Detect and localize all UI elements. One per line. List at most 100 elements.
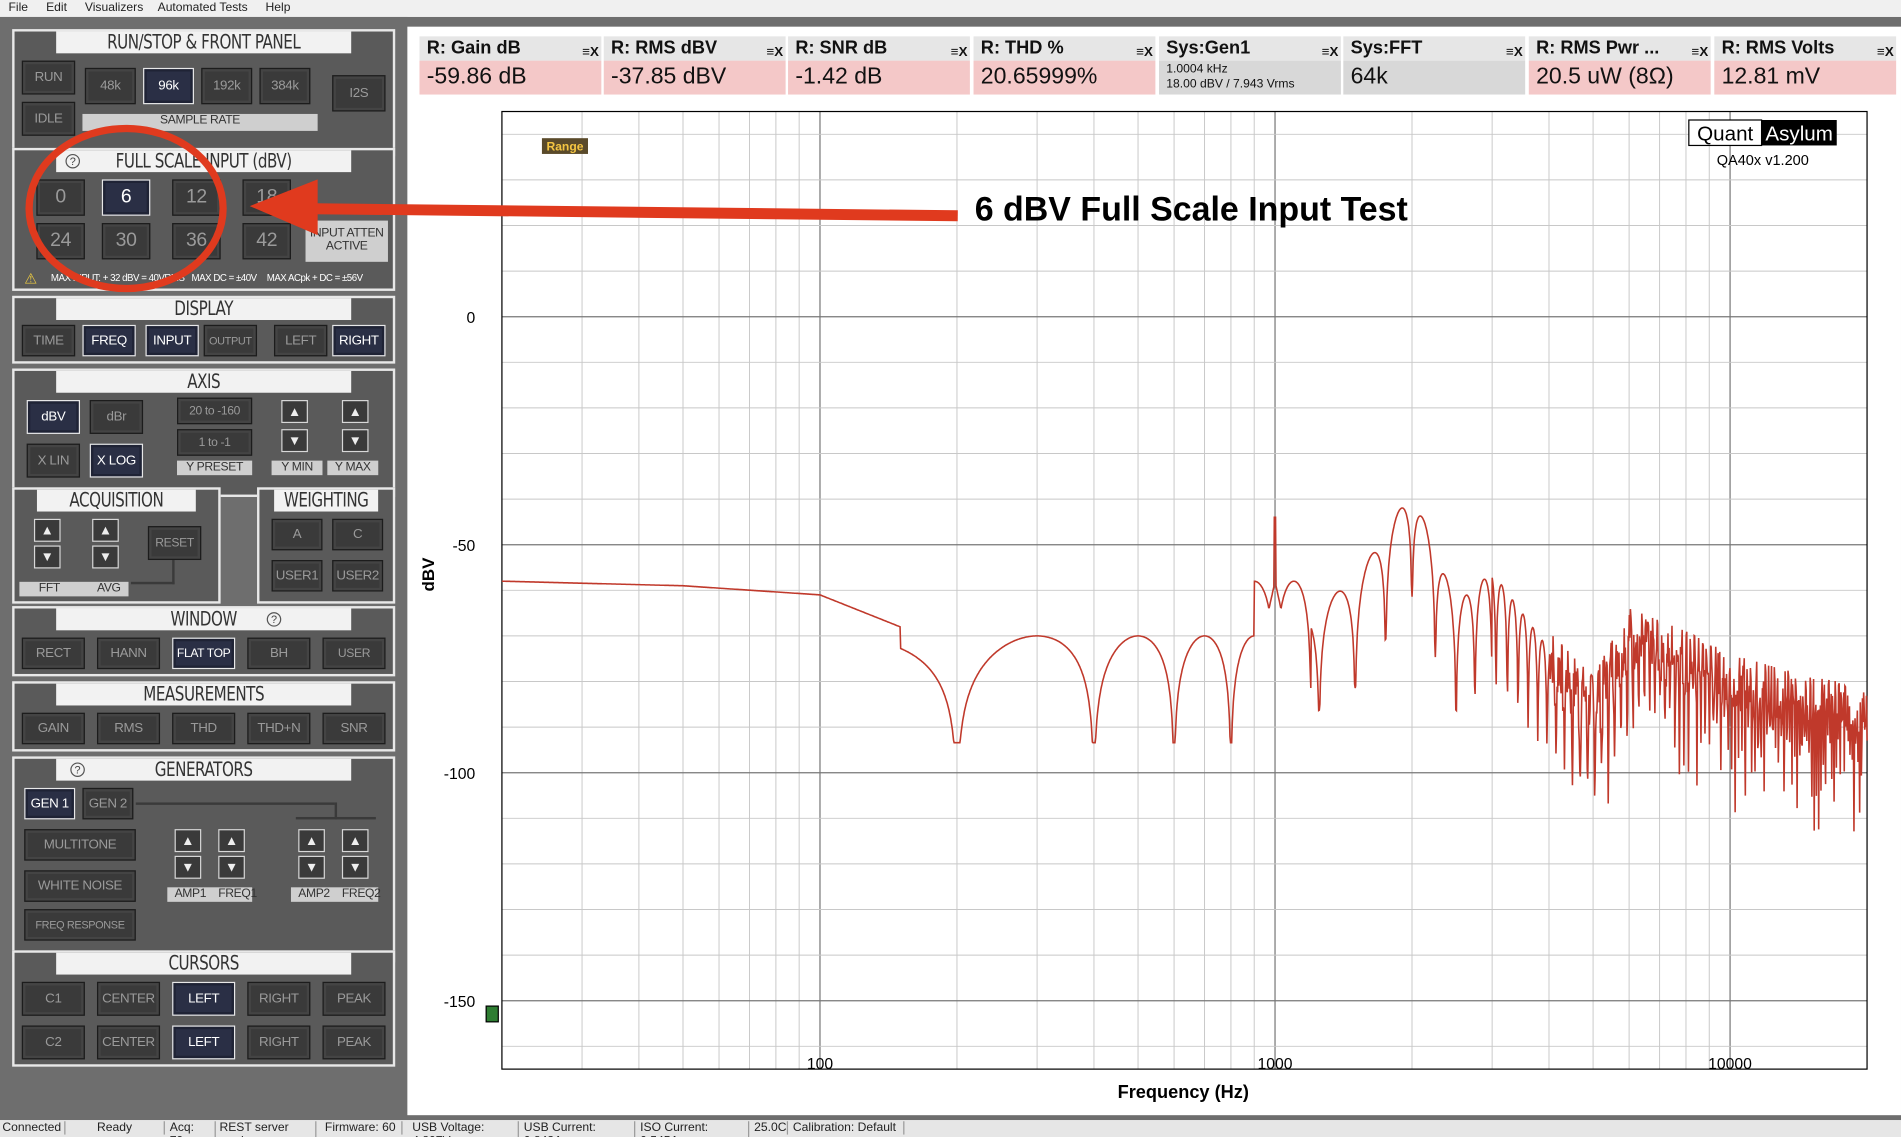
display-time-button[interactable]: TIME bbox=[21, 324, 76, 357]
menu-bar: File Edit Visualizers Automated Tests He… bbox=[0, 0, 1901, 17]
freq1-down-icon[interactable]: ▼ bbox=[218, 855, 245, 879]
app-window: File Edit Visualizers Automated Tests He… bbox=[0, 0, 1901, 1137]
max-dc-text: MAX DC = ±40V bbox=[191, 272, 258, 284]
fullscale-42-button[interactable]: 42 bbox=[242, 223, 291, 260]
weight-c-button[interactable]: C bbox=[332, 518, 384, 551]
run-button[interactable]: RUN bbox=[21, 60, 76, 95]
weighting-title: WEIGHTING bbox=[274, 489, 379, 512]
status-iso-current: ISO Current: 0.545A bbox=[640, 1121, 750, 1137]
fullscale-0-button[interactable]: 0 bbox=[36, 179, 85, 216]
y-min-up-icon[interactable]: ▲ bbox=[281, 400, 308, 424]
amp2-down-icon[interactable]: ▼ bbox=[298, 855, 325, 879]
window-bh-button[interactable]: BH bbox=[247, 637, 311, 670]
cursor2-center-button[interactable]: CENTER bbox=[96, 1025, 161, 1060]
multitone-button[interactable]: MULTITONE bbox=[24, 829, 136, 861]
cursor-c1-button[interactable]: C1 bbox=[21, 981, 85, 1016]
display-input-button[interactable]: INPUT bbox=[145, 324, 199, 357]
help-icon[interactable]: ? bbox=[70, 762, 85, 777]
menu-edit[interactable]: Edit bbox=[46, 1, 67, 14]
freq1-label: FREQ1 bbox=[218, 887, 257, 901]
y-max-up-icon[interactable]: ▲ bbox=[341, 400, 369, 424]
meas-thdn-button[interactable]: THD+N bbox=[247, 712, 311, 745]
cursor2-right-button[interactable]: RIGHT bbox=[247, 1025, 311, 1060]
rate-192k-button[interactable]: 192k bbox=[201, 67, 253, 105]
status-usb-current: USB Current: 0.843A bbox=[524, 1121, 636, 1137]
help-icon[interactable]: ? bbox=[65, 153, 81, 169]
display-freq-button[interactable]: FREQ bbox=[82, 324, 136, 357]
meas-rms-button[interactable]: RMS bbox=[96, 712, 161, 745]
meas-snr-button[interactable]: SNR bbox=[322, 712, 386, 745]
axis-dbr-button[interactable]: dBr bbox=[89, 400, 144, 434]
white-noise-button[interactable]: WHITE NOISE bbox=[24, 870, 136, 902]
display-left-button[interactable]: LEFT bbox=[273, 324, 328, 357]
status-ready: Ready bbox=[97, 1121, 165, 1135]
meas-thd-button[interactable]: THD bbox=[172, 712, 236, 745]
reset-button[interactable]: RESET bbox=[147, 526, 202, 561]
help-icon[interactable]: ? bbox=[266, 612, 282, 627]
menu-automated-tests[interactable]: Automated Tests bbox=[158, 1, 248, 14]
fullscale-30-button[interactable]: 30 bbox=[101, 223, 151, 260]
freq1-up-icon[interactable]: ▲ bbox=[218, 829, 245, 853]
window-hann-button[interactable]: HANN bbox=[96, 637, 161, 670]
wire bbox=[295, 816, 376, 820]
window-user-button[interactable]: USER bbox=[322, 637, 386, 670]
cursor1-left-button[interactable]: LEFT bbox=[172, 981, 236, 1016]
cursor-c2-button[interactable]: C2 bbox=[21, 1025, 85, 1060]
cursor2-peak-button[interactable]: PEAK bbox=[322, 1025, 386, 1060]
status-acq: Acq: 79 bbox=[170, 1121, 216, 1137]
avg-up-icon[interactable]: ▲ bbox=[92, 518, 119, 542]
display-output-button[interactable]: OUTPUT bbox=[203, 324, 258, 357]
rate-48k-button[interactable]: 48k bbox=[84, 67, 136, 105]
y-min-down-icon[interactable]: ▼ bbox=[281, 429, 308, 453]
cursor1-right-button[interactable]: RIGHT bbox=[247, 981, 311, 1016]
cursor1-center-button[interactable]: CENTER bbox=[96, 981, 161, 1016]
axis-preset-2-button[interactable]: 1 to -1 bbox=[177, 429, 253, 456]
fullscale-6-button[interactable]: 6 bbox=[101, 179, 151, 216]
amp1-up-icon[interactable]: ▲ bbox=[174, 829, 202, 853]
cursor1-peak-button[interactable]: PEAK bbox=[322, 981, 386, 1016]
y-tick-label: -50 bbox=[452, 538, 475, 555]
freq2-down-icon[interactable]: ▼ bbox=[341, 855, 369, 879]
freq2-up-icon[interactable]: ▲ bbox=[341, 829, 369, 853]
range-label[interactable]: Range bbox=[546, 139, 583, 153]
idle-button[interactable]: IDLE bbox=[21, 101, 76, 136]
freq-response-button[interactable]: FREQ RESPONSE bbox=[24, 909, 136, 941]
y-max-down-icon[interactable]: ▼ bbox=[341, 429, 369, 453]
avg-down-icon[interactable]: ▼ bbox=[92, 545, 119, 569]
menu-file[interactable]: File bbox=[8, 1, 28, 14]
weight-user1-button[interactable]: USER1 bbox=[271, 560, 323, 592]
axis-preset-1-button[interactable]: 20 to -160 bbox=[177, 397, 253, 425]
fft-down-icon[interactable]: ▼ bbox=[33, 545, 61, 569]
gen1-button[interactable]: GEN 1 bbox=[24, 787, 76, 820]
rate-96k-button[interactable]: 96k bbox=[143, 67, 194, 105]
spectrum-chart[interactable]: 0 -50 -100 -150 100 1000 10000 Frequency (Hz)… bbox=[407, 27, 1901, 1116]
weight-a-button[interactable]: A bbox=[271, 518, 323, 551]
rate-384k-button[interactable]: 384k bbox=[259, 67, 311, 105]
i2s-button[interactable]: I2S bbox=[332, 75, 386, 112]
amp1-down-icon[interactable]: ▼ bbox=[174, 855, 202, 879]
fft-up-icon[interactable]: ▲ bbox=[33, 518, 61, 542]
axis-xlog-button[interactable]: X LOG bbox=[89, 443, 144, 478]
fullscale-36-button[interactable]: 36 bbox=[172, 223, 221, 260]
amp2-up-icon[interactable]: ▲ bbox=[298, 829, 325, 853]
menu-help[interactable]: Help bbox=[266, 1, 291, 14]
display-right-button[interactable]: RIGHT bbox=[332, 324, 386, 357]
runstop-section: RUN/STOP & FRONT PANEL RUN IDLE 48k 96k … bbox=[12, 29, 396, 157]
max-input-text: MAX INPUT: + 32 dBV = 40VRMS bbox=[50, 272, 185, 284]
meas-gain-button[interactable]: GAIN bbox=[21, 712, 85, 745]
fullscale-12-button[interactable]: 12 bbox=[172, 179, 221, 216]
annotation-text: 6 dBV Full Scale Input Test bbox=[975, 191, 1408, 229]
fullscale-24-button[interactable]: 24 bbox=[36, 223, 85, 260]
axis-dbv-button[interactable]: dBV bbox=[26, 400, 81, 434]
window-flattop-button[interactable]: FLAT TOP bbox=[172, 637, 236, 670]
axis-xlin-button[interactable]: X LIN bbox=[26, 443, 81, 478]
input-atten-label: INPUT ATTEN ACTIVE bbox=[305, 220, 388, 262]
weight-user2-button[interactable]: USER2 bbox=[332, 560, 384, 592]
x-tick-label: 10000 bbox=[1708, 1056, 1752, 1073]
status-rest: REST server ready bbox=[219, 1121, 317, 1137]
cursor2-left-button[interactable]: LEFT bbox=[172, 1025, 236, 1060]
window-rect-button[interactable]: RECT bbox=[21, 637, 85, 670]
gen2-button[interactable]: GEN 2 bbox=[82, 787, 134, 820]
fullscale-18-button[interactable]: 18 bbox=[242, 179, 291, 216]
menu-visualizers[interactable]: Visualizers bbox=[85, 1, 143, 14]
